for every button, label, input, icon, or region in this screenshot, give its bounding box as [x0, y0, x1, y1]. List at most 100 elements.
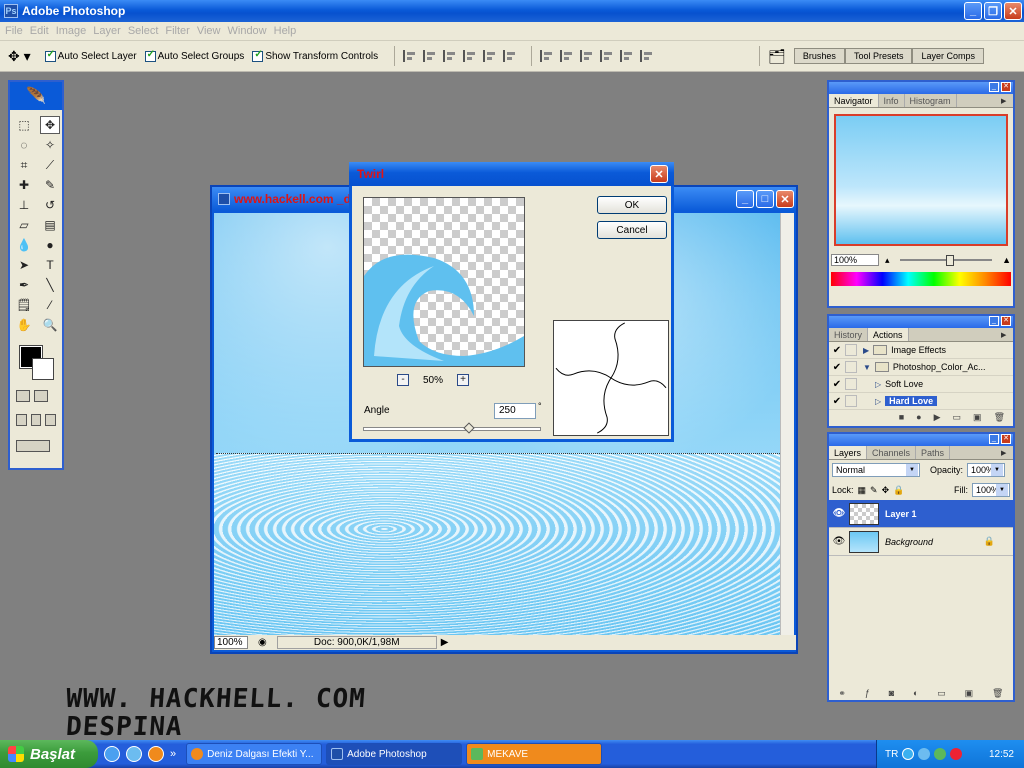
- palette-minimize-button[interactable]: _: [989, 82, 999, 92]
- layer-style-icon[interactable]: ƒ: [865, 688, 870, 698]
- tab-channels[interactable]: Channels: [867, 446, 917, 459]
- delete-layer-icon[interactable]: 🗑: [992, 688, 1003, 699]
- menu-edit[interactable]: Edit: [29, 25, 55, 37]
- distribute-bottom-icon[interactable]: [580, 50, 594, 62]
- new-group-icon[interactable]: ▭: [937, 688, 946, 699]
- jump-to-imageready-icon[interactable]: [16, 440, 50, 452]
- dialog-toggle-icon[interactable]: [845, 344, 857, 356]
- tab-history[interactable]: History: [829, 328, 869, 341]
- menu-layer[interactable]: Layer: [92, 25, 127, 37]
- angle-slider-thumb[interactable]: [463, 422, 475, 434]
- menu-help[interactable]: Help: [273, 25, 303, 37]
- palette-menu-icon[interactable]: ▶: [1001, 446, 1013, 459]
- desktop-quicklaunch-icon[interactable]: [126, 746, 142, 762]
- align-right-icon[interactable]: [503, 50, 517, 62]
- healing-brush-tool-icon[interactable]: ✚: [14, 176, 34, 194]
- quicklaunch-more-icon[interactable]: »: [170, 748, 176, 760]
- task-button-photoshop[interactable]: Adobe Photoshop: [326, 743, 463, 765]
- marquee-tool-icon[interactable]: ⬚: [14, 116, 34, 134]
- distribute-right-icon[interactable]: [640, 50, 654, 62]
- doc-zoom-field[interactable]: 100%: [214, 636, 248, 649]
- record-icon[interactable]: ●: [916, 412, 921, 422]
- palette-menu-icon[interactable]: ▶: [1001, 328, 1013, 341]
- doc-close-button[interactable]: ✕: [776, 190, 794, 208]
- action-row-selected[interactable]: ✔ ▷ Hard Love: [829, 393, 1013, 410]
- distribute-top-icon[interactable]: [540, 50, 554, 62]
- cancel-button[interactable]: Cancel: [597, 221, 667, 239]
- navigator-zoom-field[interactable]: 100%: [831, 254, 879, 266]
- palette-close-button[interactable]: ✕: [1001, 316, 1011, 326]
- pen-tool-icon[interactable]: ✒: [14, 276, 34, 294]
- doc-maximize-button[interactable]: □: [756, 190, 774, 208]
- expand-arrow-icon[interactable]: ▷: [875, 380, 881, 389]
- twirl-titlebar[interactable]: Twirl ✕: [349, 162, 674, 186]
- expand-arrow-icon[interactable]: ▶: [863, 346, 869, 355]
- background-color-swatch[interactable]: [32, 358, 54, 380]
- lock-all-icon[interactable]: 🔒: [893, 485, 904, 496]
- preview-zoom-out-button[interactable]: -: [397, 374, 409, 386]
- play-icon[interactable]: ▶: [934, 412, 941, 423]
- standard-mode-icon[interactable]: [16, 390, 30, 402]
- palette-menu-icon[interactable]: ▶: [1001, 94, 1013, 107]
- align-vcenter-icon[interactable]: [423, 50, 437, 62]
- checkmark-icon[interactable]: ✔: [829, 396, 845, 407]
- twirl-close-button[interactable]: ✕: [650, 165, 668, 183]
- new-action-icon[interactable]: ▣: [973, 412, 982, 423]
- tab-histogram[interactable]: Histogram: [905, 94, 957, 107]
- close-button[interactable]: ✕: [1004, 2, 1022, 20]
- start-button[interactable]: Başlat: [0, 740, 98, 768]
- hand-tool-icon[interactable]: ✋: [14, 316, 34, 334]
- checkmark-icon[interactable]: ✔: [829, 362, 845, 373]
- eraser-tool-icon[interactable]: ▱: [14, 216, 34, 234]
- distribute-hcenter-icon[interactable]: [620, 50, 634, 62]
- checkmark-icon[interactable]: ✔: [829, 345, 845, 356]
- move-tool-preset-icon[interactable]: ✥ ▾: [8, 48, 31, 65]
- distribute-vcenter-icon[interactable]: [560, 50, 574, 62]
- eyedropper-tool-icon[interactable]: ⁄: [40, 296, 60, 314]
- align-bottom-icon[interactable]: [443, 50, 457, 62]
- expand-arrow-icon[interactable]: ▷: [875, 397, 881, 406]
- clone-stamp-tool-icon[interactable]: ⊥: [14, 196, 34, 214]
- visibility-eye-icon[interactable]: 👁: [829, 508, 849, 519]
- layer-row-layer-1[interactable]: 👁 Layer 1: [829, 500, 1013, 528]
- align-hcenter-icon[interactable]: [483, 50, 497, 62]
- tab-navigator[interactable]: Navigator: [829, 94, 879, 107]
- screen-mode-standard-icon[interactable]: [16, 414, 27, 426]
- screen-mode-full-icon[interactable]: [45, 414, 57, 426]
- ok-button[interactable]: OK: [597, 196, 667, 214]
- screen-mode-full-menu-icon[interactable]: [30, 414, 42, 426]
- angle-input[interactable]: 250: [494, 403, 536, 419]
- action-row[interactable]: ✔ ▼ Photoshop_Color_Ac...: [829, 359, 1013, 376]
- history-brush-tool-icon[interactable]: ↺: [40, 196, 60, 214]
- palette-close-button[interactable]: ✕: [1001, 434, 1011, 444]
- menu-view[interactable]: View: [196, 25, 227, 37]
- show-transform-controls-checkbox[interactable]: Show Transform Controls: [252, 49, 378, 62]
- minimize-button[interactable]: _: [964, 2, 982, 20]
- firefox-quicklaunch-icon[interactable]: [148, 746, 164, 762]
- notes-tool-icon[interactable]: 🗒: [14, 296, 34, 314]
- collapse-arrow-icon[interactable]: ▼: [863, 363, 871, 372]
- status-menu-icon[interactable]: ◉: [258, 637, 267, 648]
- quick-mask-mode-icon[interactable]: [34, 390, 48, 402]
- status-arrow-icon[interactable]: ▶: [441, 637, 449, 648]
- tab-actions[interactable]: Actions: [868, 328, 909, 341]
- navigator-zoom-slider[interactable]: [899, 255, 993, 266]
- navigator-thumbnail[interactable]: [834, 114, 1008, 246]
- palette-close-button[interactable]: ✕: [1001, 82, 1011, 92]
- layer-mask-icon[interactable]: ◙: [889, 688, 894, 698]
- brush-tool-icon[interactable]: ✎: [40, 176, 60, 194]
- path-selection-tool-icon[interactable]: ➤: [14, 256, 34, 274]
- dodge-tool-icon[interactable]: ●: [40, 236, 60, 254]
- adjustment-layer-icon[interactable]: ◐: [913, 688, 918, 698]
- link-layers-icon[interactable]: ⚭: [838, 688, 846, 699]
- visibility-eye-icon[interactable]: 👁: [829, 536, 849, 547]
- dialog-toggle-icon[interactable]: [845, 361, 857, 373]
- palette-minimize-button[interactable]: _: [989, 316, 999, 326]
- messenger-tray-icon[interactable]: [934, 748, 947, 760]
- ie-quicklaunch-icon[interactable]: [104, 746, 120, 762]
- distribute-left-icon[interactable]: [600, 50, 614, 62]
- menu-window[interactable]: Window: [227, 25, 273, 37]
- color-spectrum-bar[interactable]: [831, 272, 1011, 286]
- blur-tool-icon[interactable]: 💧: [14, 236, 34, 254]
- palette-well-tab-tool-presets[interactable]: Tool Presets: [844, 48, 913, 64]
